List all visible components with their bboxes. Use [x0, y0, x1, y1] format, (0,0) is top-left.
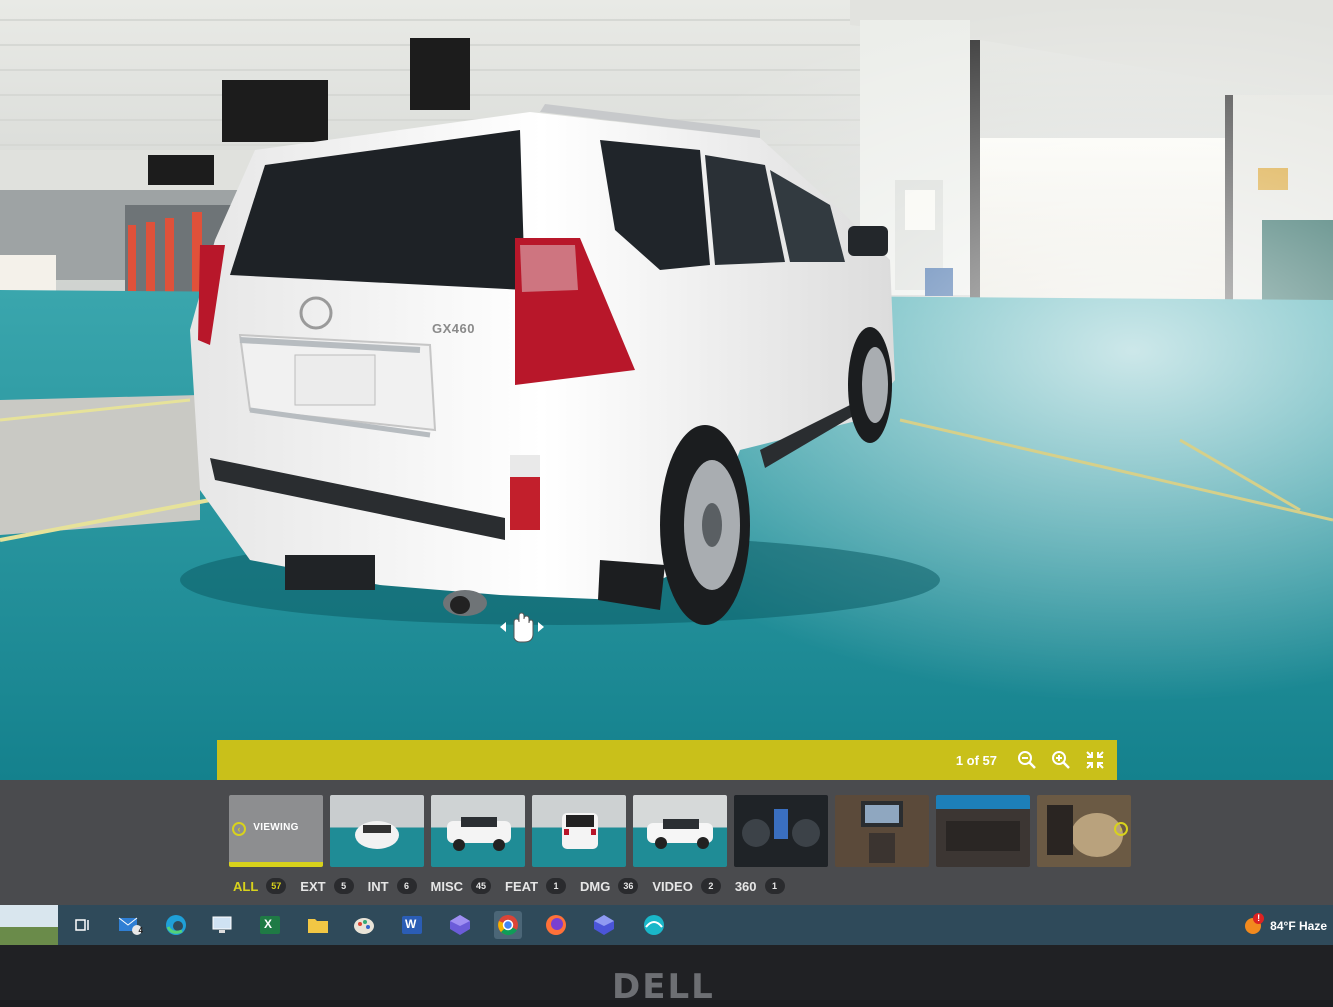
task-view-icon[interactable]	[68, 911, 96, 939]
filter-label: 360	[734, 878, 757, 894]
filter-360[interactable]: 360 1	[735, 878, 785, 894]
app-cube-2-icon[interactable]	[590, 911, 618, 939]
weather-text: 84°F Haze	[1270, 919, 1327, 933]
filter-count: 57	[266, 878, 287, 894]
filter-label: MISC	[430, 878, 464, 894]
file-explorer-icon[interactable]	[304, 911, 332, 939]
collapse-icon[interactable]	[1085, 750, 1105, 770]
filter-label: DMG	[580, 878, 611, 894]
firefox-icon[interactable]	[542, 911, 570, 939]
thumbnail[interactable]	[532, 795, 626, 867]
thumbnail[interactable]	[734, 795, 828, 867]
paint-icon[interactable]	[350, 911, 378, 939]
filter-count: 1	[546, 878, 567, 894]
filter-ext[interactable]: EXT 5	[300, 878, 354, 894]
thumbnail[interactable]	[330, 795, 424, 867]
filter-label: VIDEO	[652, 878, 693, 894]
dell-logo: DELL	[612, 967, 715, 1007]
filter-count: 6	[396, 878, 417, 894]
gallery-panel: ‹ VIEWING › ALL 57 EXT 5 INT 6 MISC 45 F…	[0, 780, 1333, 905]
monitor-bezel: DELL	[0, 945, 1333, 1007]
filter-tabs: ALL 57 EXT 5 INT 6 MISC 45 FEAT 1 DMG 36…	[233, 878, 785, 894]
filter-video[interactable]: VIDEO 2	[652, 878, 721, 894]
thumbnail[interactable]	[633, 795, 727, 867]
filter-label: FEAT	[505, 878, 539, 894]
viewing-label: VIEWING	[253, 822, 299, 833]
edge-icon[interactable]	[162, 911, 190, 939]
vehicle-badge: GX460	[432, 321, 475, 336]
mail-icon[interactable]: 4	[116, 911, 144, 939]
thumbnail[interactable]	[936, 795, 1030, 867]
thumbnail-strip: ‹ VIEWING ›	[229, 795, 1131, 867]
remote-desktop-icon[interactable]	[208, 911, 236, 939]
windows-taskbar: 4 X W ! 84°F Haze	[0, 905, 1333, 945]
chevron-right-icon[interactable]: ›	[1114, 822, 1128, 836]
zoom-in-icon[interactable]	[1051, 750, 1071, 770]
filter-feat[interactable]: FEAT 1	[505, 878, 567, 894]
filter-label: EXT	[300, 878, 326, 894]
word-icon[interactable]: W	[398, 911, 426, 939]
weather-widget[interactable]: ! 84°F Haze	[1242, 913, 1327, 937]
excel-icon[interactable]: X	[256, 911, 284, 939]
thumbnail-current[interactable]: ‹ VIEWING	[229, 795, 323, 867]
vehicle-photo	[0, 0, 1333, 780]
filter-count: 5	[333, 878, 354, 894]
weather-icon: !	[1242, 913, 1265, 937]
filter-count: 45	[471, 878, 492, 894]
image-counter: 1 of 57	[955, 752, 997, 768]
filter-label: INT	[367, 878, 389, 894]
filter-int[interactable]: INT 6	[368, 878, 417, 894]
excel-letter: X	[264, 917, 273, 931]
filter-count: 36	[618, 878, 639, 894]
chrome-icon[interactable]	[494, 911, 522, 939]
vehicle-photo-viewer[interactable]: GX460	[0, 0, 1333, 780]
word-letter: W	[405, 917, 417, 931]
thumbnail[interactable]: ›	[1037, 795, 1131, 867]
filter-count: 1	[764, 878, 785, 894]
viewer-toolbar: 1 of 57	[217, 740, 1117, 780]
thumbnail[interactable]	[835, 795, 929, 867]
app-wave-icon[interactable]	[640, 911, 668, 939]
filter-misc[interactable]: MISC 45	[431, 878, 492, 894]
app-cube-icon[interactable]	[446, 911, 474, 939]
mail-badge: 4	[138, 926, 143, 935]
desktop-wallpaper-thumbnail[interactable]	[0, 905, 58, 945]
filter-label: ALL	[233, 878, 259, 894]
thumbnail[interactable]	[431, 795, 525, 867]
filter-count: 2	[700, 878, 721, 894]
filter-dmg[interactable]: DMG 36	[580, 878, 639, 894]
zoom-out-icon[interactable]	[1017, 750, 1037, 770]
hand-drag-icon	[498, 610, 546, 644]
filter-all[interactable]: ALL 57	[233, 878, 287, 894]
